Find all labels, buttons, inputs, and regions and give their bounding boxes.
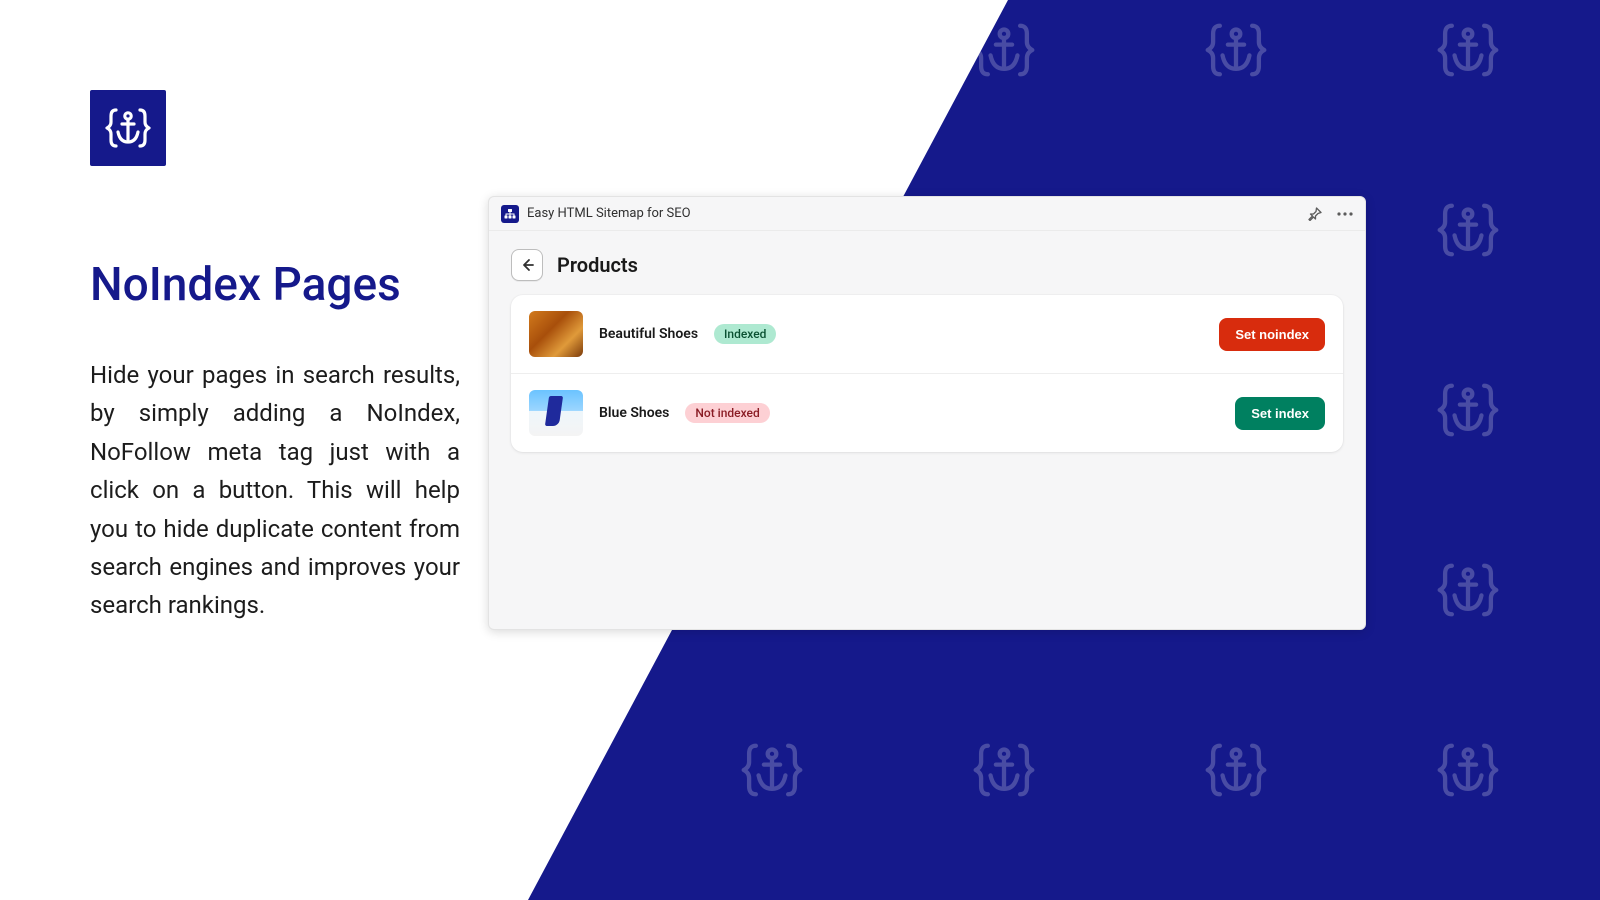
pin-icon[interactable] [1307, 206, 1323, 222]
app-header: Easy HTML Sitemap for SEO [489, 197, 1365, 231]
back-button[interactable] [511, 249, 543, 281]
product-thumbnail [529, 390, 583, 436]
app-title: Easy HTML Sitemap for SEO [527, 206, 691, 221]
headline: NoIndex Pages [90, 258, 460, 312]
app-window: Easy HTML Sitemap for SEO Products Beaut… [488, 196, 1366, 630]
product-name: Blue Shoes [599, 405, 669, 421]
index-status-badge: Not indexed [685, 403, 769, 423]
index-status-badge: Indexed [714, 324, 776, 344]
set-index-button[interactable]: Set index [1235, 397, 1325, 430]
arrow-left-icon [519, 257, 535, 273]
marketing-description: Hide your pages in search results, by si… [90, 356, 460, 625]
set-noindex-button[interactable]: Set noindex [1219, 318, 1325, 351]
product-thumbnail [529, 311, 583, 357]
product-row: Beautiful Shoes Indexed Set noindex [511, 295, 1343, 373]
anchor-braces-icon [102, 102, 154, 154]
products-card: Beautiful Shoes Indexed Set noindex Blue Sh… [511, 295, 1343, 452]
page-title: Products [557, 253, 638, 277]
product-name: Beautiful Shoes [599, 326, 698, 342]
product-row: Blue Shoes Not indexed Set index [511, 373, 1343, 452]
more-icon[interactable] [1337, 206, 1353, 222]
app-logo-icon [501, 205, 519, 223]
brand-logo [90, 90, 166, 166]
marketing-column: NoIndex Pages Hide your pages in search … [90, 90, 460, 625]
